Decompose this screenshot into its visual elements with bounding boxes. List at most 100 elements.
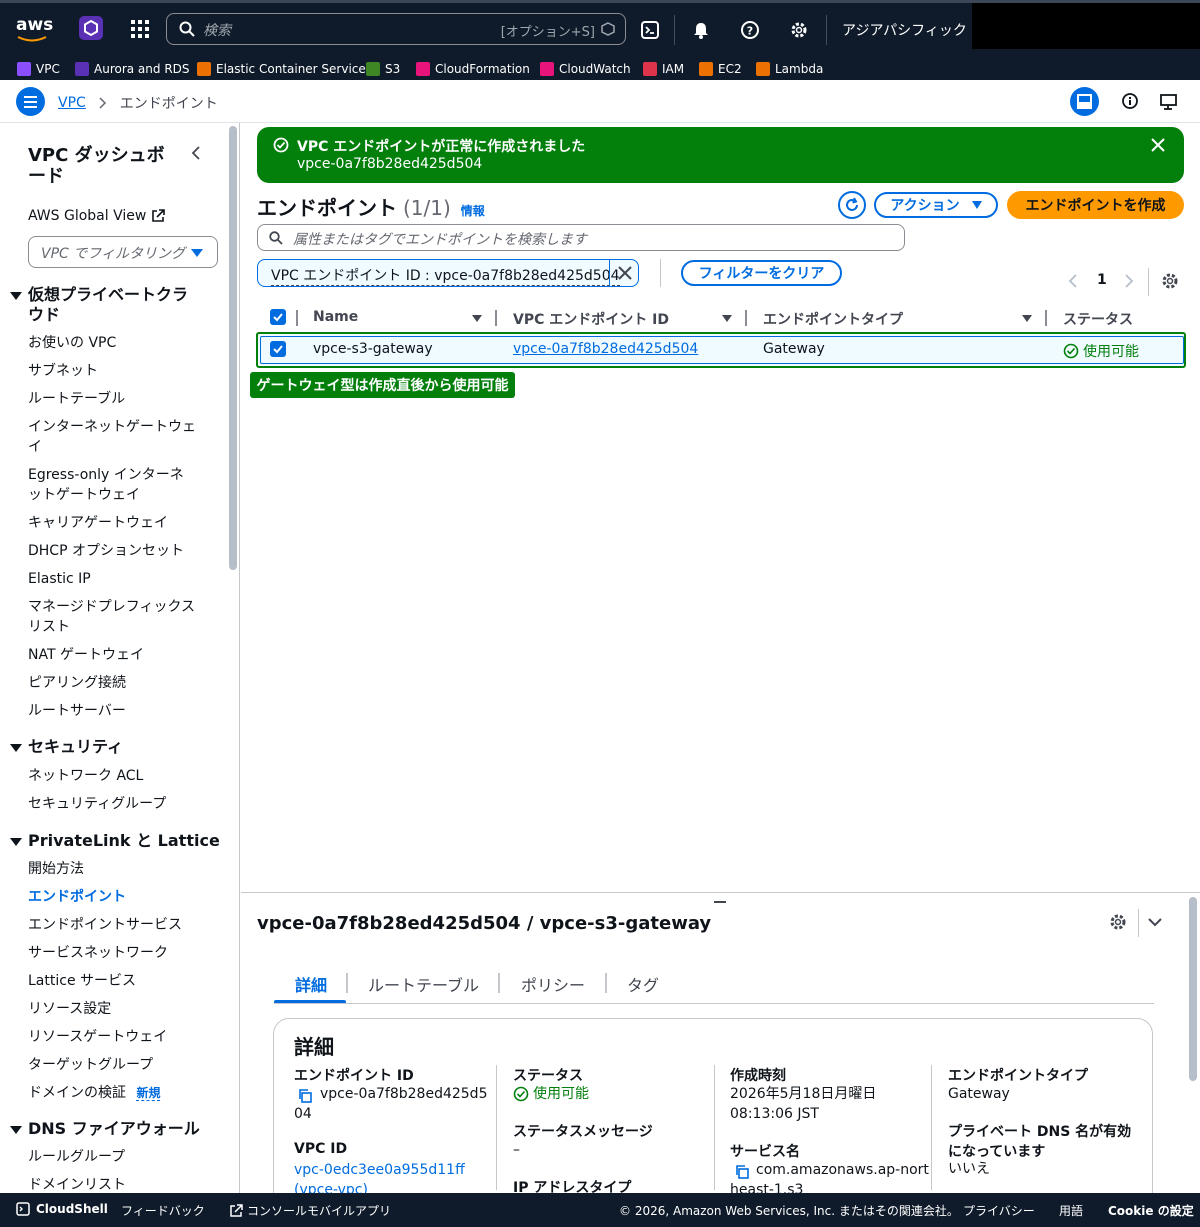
column-header-endpoint-type[interactable]: エンドポイントタイプ — [763, 309, 903, 329]
cookie-settings-link[interactable]: Cookie の設定 — [1108, 1202, 1194, 1219]
copy-icon[interactable] — [298, 1089, 312, 1103]
sidebar-item-target-groups[interactable]: ターゲットグループ — [28, 1055, 208, 1075]
favorite-iam[interactable]: IAM — [643, 60, 684, 77]
sidebar-item-endpoint-services[interactable]: エンドポイントサービス — [28, 915, 208, 935]
chevron-down-icon[interactable] — [1148, 917, 1162, 927]
sidebar-item-network-acl[interactable]: ネットワーク ACL — [28, 766, 208, 786]
tab-details[interactable]: 詳細 — [295, 972, 327, 996]
cloudshell-icon[interactable] — [641, 21, 659, 39]
select-all-checkbox[interactable] — [270, 309, 286, 325]
sort-icon[interactable] — [722, 315, 732, 322]
gear-icon[interactable] — [790, 21, 808, 39]
section-privatelink[interactable]: PrivateLink と Lattice — [10, 831, 220, 851]
column-header-status[interactable]: ステータス — [1063, 309, 1133, 329]
feedback-screen-icon[interactable] — [1160, 93, 1180, 111]
column-header-name[interactable]: Name — [313, 309, 358, 325]
global-view-link[interactable]: AWS Global View — [28, 208, 166, 224]
endpoint-search-input[interactable]: 属性またはタグでエンドポイントを検索します — [257, 224, 905, 251]
sort-icon[interactable] — [472, 315, 482, 322]
tab-policy[interactable]: ポリシー — [521, 972, 585, 996]
services-grid-icon[interactable] — [131, 20, 149, 38]
favorite-ec2[interactable]: EC2 — [699, 60, 742, 77]
unified-search-icon[interactable] — [79, 16, 103, 40]
close-icon[interactable] — [1151, 138, 1165, 152]
terms-link[interactable]: 用語 — [1059, 1202, 1083, 1219]
sidebar-item-route-tables[interactable]: ルートテーブル — [28, 389, 208, 409]
clear-filters-button[interactable]: フィルターをクリア — [681, 260, 842, 286]
help-icon[interactable]: ? — [741, 21, 759, 39]
favorite-aurora-rds[interactable]: Aurora and RDS — [75, 60, 190, 77]
sidebar-item-dhcp-options[interactable]: DHCP オプションセット — [28, 541, 208, 561]
info-icon[interactable] — [1122, 93, 1140, 111]
tab-tags[interactable]: タグ — [627, 972, 659, 996]
column-divider[interactable] — [1045, 310, 1047, 326]
section-dns-firewall[interactable]: DNS ファイアウォール — [10, 1119, 200, 1139]
sidebar-item-egress-only-igw[interactable]: Egress-only インターネットゲートウェイ — [28, 465, 196, 505]
page-number[interactable]: 1 — [1097, 272, 1107, 288]
sidebar-item-carrier-gateways[interactable]: キャリアゲートウェイ — [28, 513, 208, 533]
favorite-vpc[interactable]: VPC — [17, 60, 60, 77]
table-settings-icon[interactable] — [1161, 272, 1179, 290]
sidebar-item-subnets[interactable]: サブネット — [28, 361, 208, 381]
sidebar-item-lattice-services[interactable]: Lattice サービス — [28, 971, 208, 991]
create-endpoint-button[interactable]: エンドポイントを作成 — [1007, 191, 1184, 219]
favorite-s3[interactable]: S3 — [366, 60, 400, 77]
section-vpc[interactable]: 仮想プライベートクラウド — [10, 285, 210, 325]
privacy-link[interactable]: プライバシー — [963, 1202, 1035, 1219]
sidebar-item-service-networks[interactable]: サービスネットワーク — [28, 943, 208, 963]
tab-route-tables[interactable]: ルートテーブル — [368, 972, 479, 996]
aws-logo[interactable]: aws — [16, 15, 53, 42]
panel-settings-icon[interactable] — [1109, 913, 1127, 931]
sort-icon[interactable] — [1022, 315, 1032, 322]
sidebar-item-internet-gateways[interactable]: インターネットゲートウェイ — [28, 417, 200, 457]
sidebar-item-peering[interactable]: ピアリング接続 — [28, 673, 208, 693]
sidebar-item-getting-started[interactable]: 開始方法 — [28, 859, 208, 879]
sidebar-item-elastic-ip[interactable]: Elastic IP — [28, 569, 208, 589]
menu-toggle-button[interactable] — [16, 87, 45, 116]
sidebar-item-domain-verification[interactable]: ドメインの検証 新規 — [28, 1083, 208, 1103]
bell-icon[interactable] — [692, 21, 710, 39]
sidebar-item-domain-lists[interactable]: ドメインリスト — [28, 1175, 208, 1193]
sidebar-item-resource-configs[interactable]: リソース設定 — [28, 999, 208, 1019]
favorite-cloudformation[interactable]: CloudFormation — [416, 60, 530, 77]
account-menu[interactable] — [972, 3, 1200, 49]
prev-page-icon[interactable] — [1068, 274, 1078, 288]
row-endpoint-id-link[interactable]: vpce-0a7f8b28ed425d504 — [513, 341, 698, 357]
actions-dropdown-button[interactable]: アクション — [874, 192, 998, 218]
favorite-ecs[interactable]: Elastic Container Service — [197, 60, 366, 77]
collapse-sidebar-button[interactable] — [189, 146, 203, 160]
breadcrumb-vpc-link[interactable]: VPC — [58, 95, 86, 111]
panel-scrollbar[interactable] — [1189, 897, 1197, 1081]
sidebar-item-prefix-lists[interactable]: マネージドプレフィックスリスト — [28, 597, 200, 637]
sidebar-item-resource-gateways[interactable]: リソースゲートウェイ — [28, 1027, 208, 1047]
section-security[interactable]: セキュリティ — [10, 737, 123, 757]
vpc-filter-select[interactable]: VPC でフィルタリング — [28, 236, 218, 268]
search-input[interactable]: 検索 [オプション+S] — [166, 13, 626, 45]
copy-icon[interactable] — [735, 1165, 749, 1179]
feedback-link[interactable]: フィードバック — [121, 1202, 205, 1219]
sidebar-item-route-servers[interactable]: ルートサーバー — [28, 701, 208, 721]
column-divider[interactable] — [745, 310, 747, 326]
sidebar-item-security-groups[interactable]: セキュリティグループ — [28, 794, 208, 814]
split-panel-toggle-button[interactable] — [1070, 87, 1099, 116]
remove-filter-button[interactable] — [609, 260, 639, 286]
refresh-button[interactable] — [838, 191, 866, 219]
sidebar-item-nat-gateways[interactable]: NAT ゲートウェイ — [28, 645, 208, 665]
favorite-lambda[interactable]: Lambda — [756, 60, 823, 77]
vpc-id-link[interactable]: vpc-0edc3ee0a955d11ff — [294, 1160, 465, 1180]
sidebar-item-endpoints[interactable]: エンドポイント — [28, 887, 208, 907]
sidebar-item-rule-groups[interactable]: ルールグループ — [28, 1147, 208, 1167]
column-header-endpoint-id[interactable]: VPC エンドポイント ID — [513, 309, 669, 329]
favorite-cloudwatch[interactable]: CloudWatch — [540, 60, 631, 77]
panel-resize-handle[interactable] — [714, 901, 726, 903]
sidebar-title[interactable]: VPC ダッシュボード — [28, 145, 168, 187]
cloudshell-button[interactable]: CloudShell — [16, 1202, 108, 1216]
sidebar-scrollbar[interactable] — [229, 126, 237, 570]
column-divider[interactable] — [495, 310, 497, 326]
row-checkbox[interactable] — [270, 341, 286, 357]
vpc-id-label: VPC ID — [294, 1141, 348, 1157]
info-link[interactable]: 情報 — [461, 202, 485, 219]
mobile-app-link[interactable]: コンソールモバイルアプリ — [229, 1202, 391, 1219]
next-page-icon[interactable] — [1124, 274, 1134, 288]
sidebar-item-your-vpcs[interactable]: お使いの VPC — [28, 333, 208, 353]
